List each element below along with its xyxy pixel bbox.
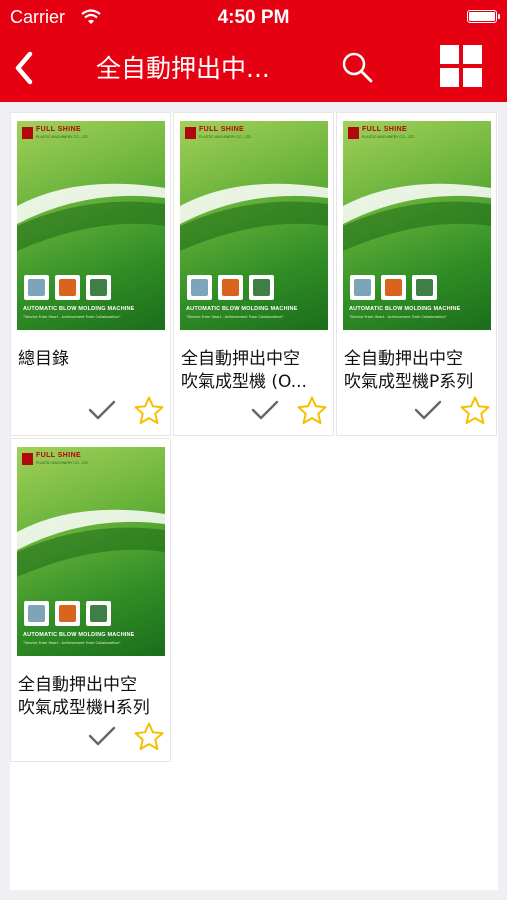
cover-slogan: "Service From Heart - Achievement From C…	[186, 315, 284, 319]
cover-slogan: "Service From Heart - Achievement From C…	[23, 315, 121, 319]
brand-logo-mark	[22, 127, 33, 139]
catalog-title: 全自動押出中空 吹氣成型機P系列	[344, 348, 494, 394]
brand-logo-text: FULL SHINE	[362, 126, 408, 133]
brand-logo-subtext: PLASTIC MACHINERY CO., LTD.	[36, 461, 89, 465]
catalog-cover[interactable]: FULL SHINE PLASTIC MACHINERY CO., LTD. A…	[343, 121, 491, 330]
catalog-title-line-1: 全自動押出中空	[181, 349, 300, 369]
cover-machine-title: AUTOMATIC BLOW MOLDING MACHINE	[349, 306, 461, 312]
top-bar: Carrier 4:50 PM 全自動押出中...	[0, 0, 507, 102]
grid-view-icon[interactable]	[440, 45, 482, 87]
catalog-card[interactable]: FULL SHINE PLASTIC MACHINERY CO., LTD. A…	[336, 112, 497, 436]
cover-slogan: "Service From Heart - Achievement From C…	[23, 641, 121, 645]
brand-logo-subtext: PLASTIC MACHINERY CO., LTD.	[362, 135, 415, 139]
cover-slogan: "Service From Heart - Achievement From C…	[349, 315, 447, 319]
chevron-left-icon[interactable]	[10, 48, 40, 88]
brand-logo-mark	[185, 127, 196, 139]
catalog-title: 全自動押出中空 吹氣成型機 (O...	[181, 348, 331, 394]
catalog-card[interactable]: FULL SHINE PLASTIC MACHINERY CO., LTD. A…	[10, 112, 171, 436]
brand-logo-mark	[348, 127, 359, 139]
catalog-title: 全自動押出中空 吹氣成型機H系列	[18, 674, 168, 720]
cover-machine-title: AUTOMATIC BLOW MOLDING MACHINE	[23, 632, 135, 638]
catalog-title-line-2: 吹氣成型機H系列	[18, 698, 150, 718]
cover-machine-title: AUTOMATIC BLOW MOLDING MACHINE	[186, 306, 298, 312]
checkmark-icon[interactable]	[87, 398, 117, 422]
star-icon[interactable]	[459, 395, 491, 427]
status-bar: Carrier 4:50 PM	[0, 0, 507, 34]
brand-logo-subtext: PLASTIC MACHINERY CO., LTD.	[199, 135, 252, 139]
checkmark-icon[interactable]	[413, 398, 443, 422]
catalog-cover[interactable]: FULL SHINE PLASTIC MACHINERY CO., LTD. A…	[180, 121, 328, 330]
status-time: 4:50 PM	[217, 7, 290, 28]
catalog-title-line-1: 總目錄	[18, 349, 69, 369]
catalog-cover[interactable]: FULL SHINE PLASTIC MACHINERY CO., LTD. A…	[17, 447, 165, 656]
cover-wave-graphic	[17, 183, 165, 251]
brand-logo-text: FULL SHINE	[199, 126, 245, 133]
catalog-title-line-1: 全自動押出中空	[18, 675, 137, 695]
star-icon[interactable]	[133, 395, 165, 427]
search-icon[interactable]	[340, 50, 376, 86]
star-icon[interactable]	[296, 395, 328, 427]
catalog-grid: FULL SHINE PLASTIC MACHINERY CO., LTD. A…	[10, 112, 498, 890]
cover-machine-title: AUTOMATIC BLOW MOLDING MACHINE	[23, 306, 135, 312]
checkmark-icon[interactable]	[87, 724, 117, 748]
catalog-cover[interactable]: FULL SHINE PLASTIC MACHINERY CO., LTD. A…	[17, 121, 165, 330]
brand-logo-text: FULL SHINE	[36, 126, 82, 133]
brand-logo-mark	[22, 453, 33, 465]
navigation-bar: 全自動押出中...	[0, 34, 507, 102]
catalog-card[interactable]: FULL SHINE PLASTIC MACHINERY CO., LTD. A…	[10, 438, 171, 762]
page-title: 全自動押出中...	[96, 54, 270, 83]
cover-wave-graphic	[17, 509, 165, 577]
battery-icon	[467, 10, 500, 23]
cover-wave-graphic	[180, 183, 328, 251]
brand-logo-text: FULL SHINE	[36, 452, 82, 459]
brand-logo-subtext: PLASTIC MACHINERY CO., LTD.	[36, 135, 89, 139]
catalog-title-line-2: 吹氣成型機 (O...	[181, 372, 307, 392]
checkmark-icon[interactable]	[250, 398, 280, 422]
catalog-title: 總目錄	[18, 348, 168, 371]
catalog-title-line-1: 全自動押出中空	[344, 349, 463, 369]
catalog-card[interactable]: FULL SHINE PLASTIC MACHINERY CO., LTD. A…	[173, 112, 334, 436]
cover-wave-graphic	[343, 183, 491, 251]
catalog-title-line-2: 吹氣成型機P系列	[344, 372, 474, 392]
star-icon[interactable]	[133, 721, 165, 753]
